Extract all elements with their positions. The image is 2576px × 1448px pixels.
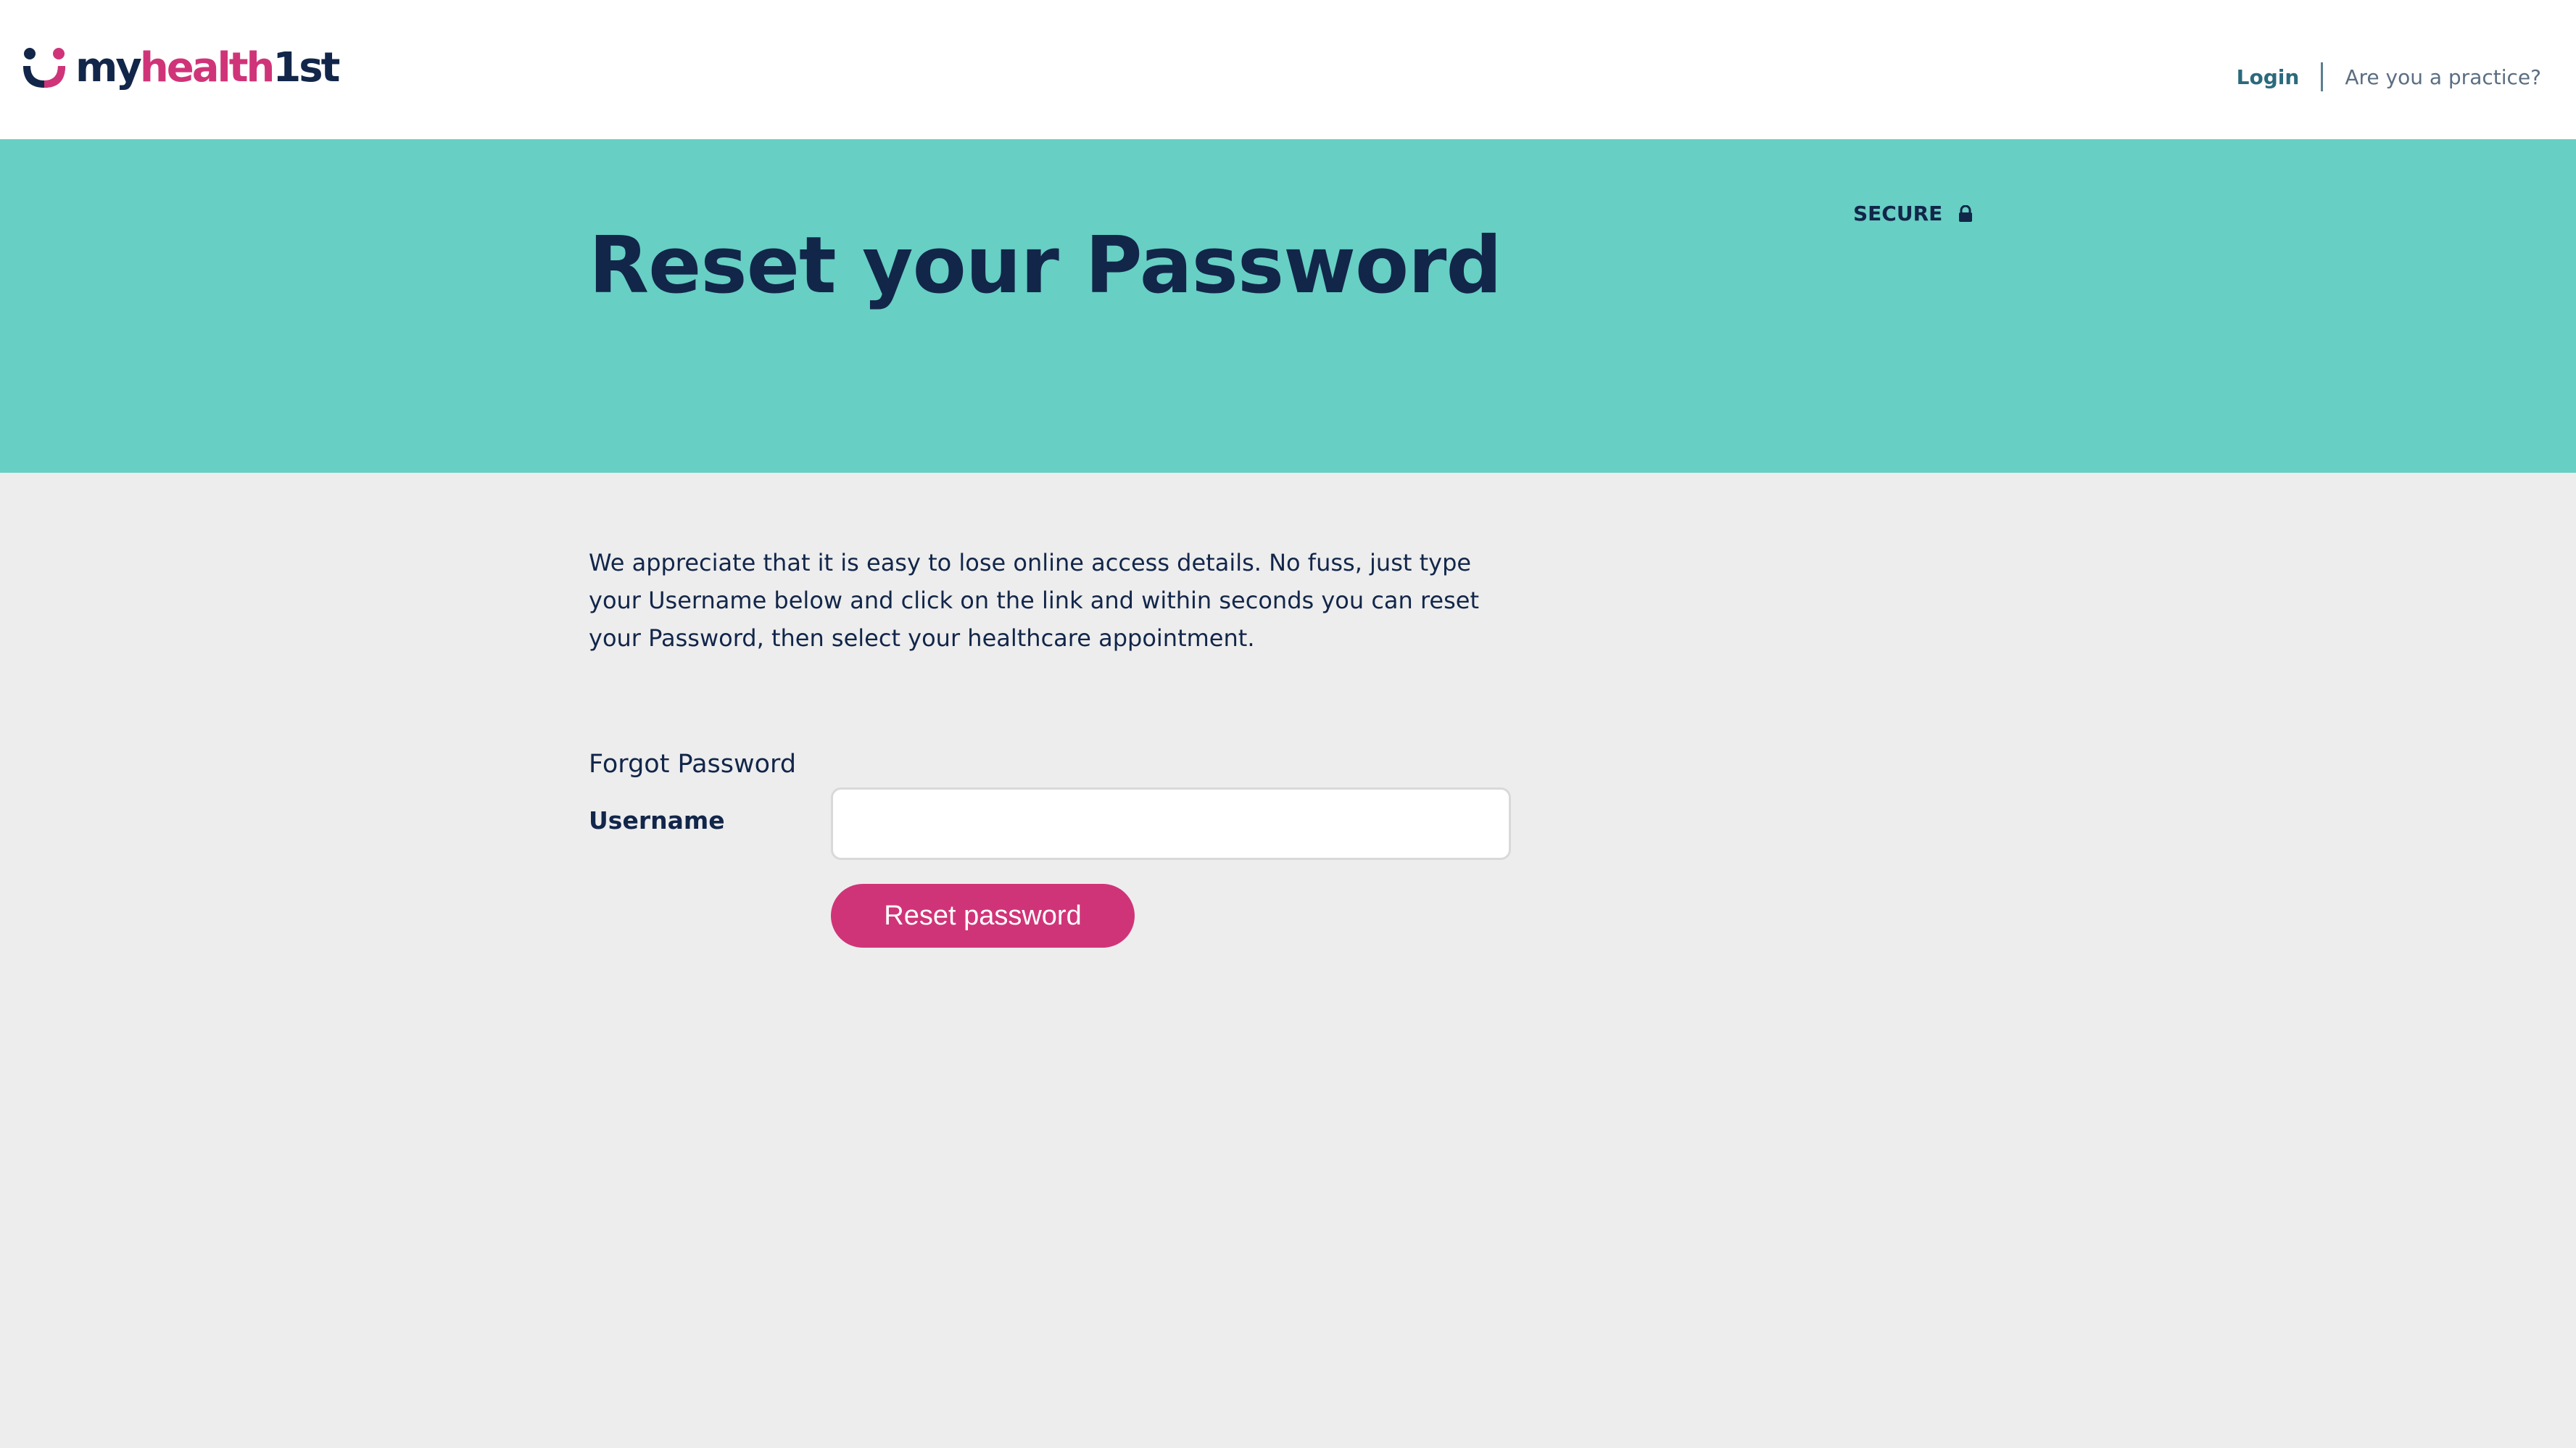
forgot-password-heading: Forgot Password <box>589 750 797 779</box>
brand-wordmark-1st: 1st <box>273 44 340 91</box>
brand-wordmark-my: my <box>75 44 142 91</box>
brand-wordmark: myhealth1st <box>75 48 340 88</box>
site-header: myhealth1st Login Are you a practice? <box>0 0 2576 139</box>
practice-link[interactable]: Are you a practice? <box>2345 65 2541 89</box>
brand-logo[interactable]: myhealth1st <box>20 41 340 96</box>
login-link[interactable]: Login <box>2237 65 2300 89</box>
lock-icon <box>1959 204 1973 222</box>
header-nav: Login Are you a practice? <box>2237 62 2541 91</box>
intro-text: We appreciate that it is easy to lose on… <box>589 549 1480 652</box>
reset-password-button[interactable]: Reset password <box>831 884 1135 948</box>
username-input[interactable] <box>831 787 1511 860</box>
smile-logo-icon <box>23 48 65 88</box>
brand-wordmark-health: health <box>139 44 275 91</box>
secure-label: SECURE <box>1853 202 1943 226</box>
page-title: Reset your Password <box>589 220 1502 311</box>
username-label: Username <box>589 806 725 835</box>
secure-badge: SECURE <box>1853 202 1973 226</box>
hero-banner: Reset your Password SECURE <box>0 139 2576 473</box>
nav-divider <box>2321 62 2324 91</box>
